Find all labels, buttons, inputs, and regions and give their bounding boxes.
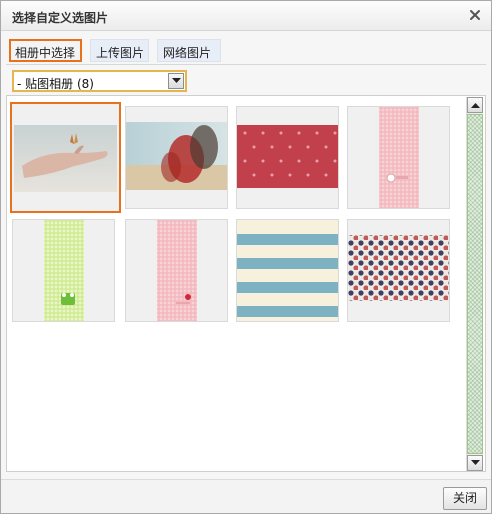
thumbnail-panel [6,95,486,472]
scroll-up-arrow-icon[interactable] [467,97,483,113]
tab-album[interactable]: 相册中选择 [9,39,82,62]
thumbnail-pink-gingham-2[interactable] [125,219,228,322]
close-icon[interactable] [467,7,483,23]
image-picker-dialog: 选择自定义选图片 相册中选择 上传图片 网络图片 - 贴图相册 (8) 关闭 [0,0,492,514]
dialog-titlebar: 选择自定义选图片 [1,1,491,31]
thumbnail-blue-stripes[interactable] [236,219,339,322]
thumbnail-navy-red-dots[interactable] [347,219,450,322]
tab-web-image[interactable]: 网络图片 [157,39,221,62]
vertical-scrollbar[interactable] [466,97,483,471]
tab-upload[interactable]: 上传图片 [90,39,149,62]
divider [6,64,486,65]
thumbnail-red-polka-dots[interactable] [236,106,339,209]
chevron-down-icon[interactable] [168,73,184,89]
thumbnail-pink-gingham[interactable] [347,106,450,209]
thumbnail-blurred-girl[interactable] [125,106,228,209]
thumbnail-green-gingham[interactable] [12,219,115,322]
close-button[interactable]: 关闭 [443,487,487,510]
dialog-footer: 关闭 [1,479,491,513]
scroll-down-arrow-icon[interactable] [467,455,483,471]
dialog-title: 选择自定义选图片 [12,11,109,25]
album-select-value: - 贴图相册 (8) [17,77,94,91]
scrollbar-thumb[interactable] [467,114,483,454]
album-select[interactable]: - 贴图相册 (8) [12,70,187,92]
thumbnail-hand-butterfly[interactable] [10,102,121,213]
